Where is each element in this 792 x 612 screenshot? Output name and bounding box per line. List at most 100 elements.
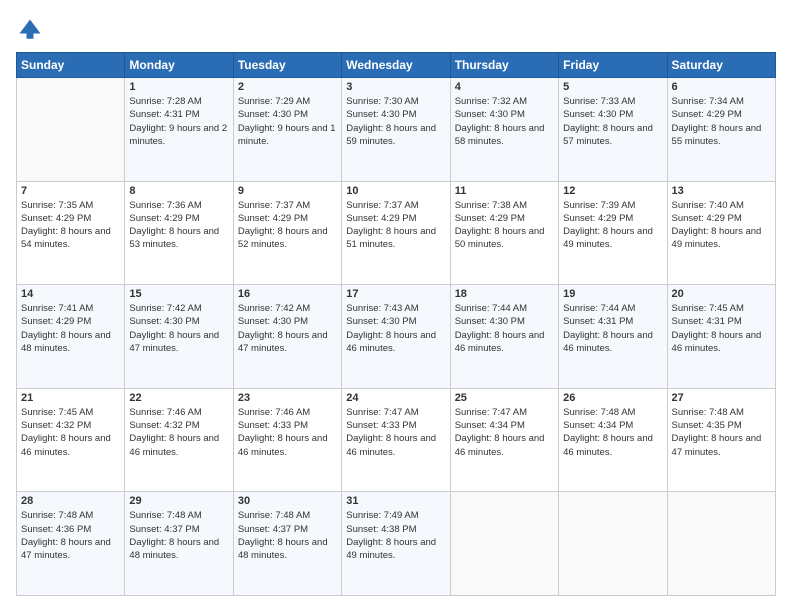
day-info: Sunrise: 7:37 AM Sunset: 4:29 PM Dayligh… [346,199,445,252]
calendar-week-4: 21 Sunrise: 7:45 AM Sunset: 4:32 PM Dayli… [17,388,776,492]
calendar-cell [667,492,775,596]
header [16,16,776,44]
page: SundayMondayTuesdayWednesdayThursdayFrid… [0,0,792,612]
day-number: 30 [238,495,337,507]
day-info: Sunrise: 7:48 AM Sunset: 4:37 PM Dayligh… [129,509,228,562]
calendar-header-wednesday: Wednesday [342,53,450,78]
day-number: 24 [346,392,445,404]
day-number: 4 [455,81,554,93]
calendar-cell: 11 Sunrise: 7:38 AM Sunset: 4:29 PM Dayli… [450,181,558,285]
day-number: 21 [21,392,120,404]
day-number: 26 [563,392,662,404]
day-info: Sunrise: 7:45 AM Sunset: 4:32 PM Dayligh… [21,406,120,459]
day-number: 5 [563,81,662,93]
day-number: 9 [238,185,337,197]
day-info: Sunrise: 7:42 AM Sunset: 4:30 PM Dayligh… [129,302,228,355]
day-number: 23 [238,392,337,404]
calendar-cell: 14 Sunrise: 7:41 AM Sunset: 4:29 PM Dayli… [17,285,125,389]
logo [16,16,48,44]
day-number: 28 [21,495,120,507]
day-info: Sunrise: 7:49 AM Sunset: 4:38 PM Dayligh… [346,509,445,562]
calendar-cell: 10 Sunrise: 7:37 AM Sunset: 4:29 PM Dayli… [342,181,450,285]
day-number: 10 [346,185,445,197]
calendar-cell: 23 Sunrise: 7:46 AM Sunset: 4:33 PM Dayli… [233,388,341,492]
calendar-cell: 31 Sunrise: 7:49 AM Sunset: 4:38 PM Dayli… [342,492,450,596]
day-info: Sunrise: 7:39 AM Sunset: 4:29 PM Dayligh… [563,199,662,252]
calendar-cell: 26 Sunrise: 7:48 AM Sunset: 4:34 PM Dayli… [559,388,667,492]
calendar-cell: 3 Sunrise: 7:30 AM Sunset: 4:30 PM Daylig… [342,78,450,182]
calendar-cell [450,492,558,596]
day-info: Sunrise: 7:33 AM Sunset: 4:30 PM Dayligh… [563,95,662,148]
calendar-cell: 18 Sunrise: 7:44 AM Sunset: 4:30 PM Dayli… [450,285,558,389]
day-number: 13 [672,185,771,197]
calendar-header-saturday: Saturday [667,53,775,78]
day-number: 12 [563,185,662,197]
day-number: 14 [21,288,120,300]
day-info: Sunrise: 7:40 AM Sunset: 4:29 PM Dayligh… [672,199,771,252]
day-number: 7 [21,185,120,197]
day-number: 1 [129,81,228,93]
day-info: Sunrise: 7:44 AM Sunset: 4:30 PM Dayligh… [455,302,554,355]
day-info: Sunrise: 7:48 AM Sunset: 4:35 PM Dayligh… [672,406,771,459]
day-info: Sunrise: 7:32 AM Sunset: 4:30 PM Dayligh… [455,95,554,148]
day-info: Sunrise: 7:48 AM Sunset: 4:34 PM Dayligh… [563,406,662,459]
calendar-cell: 21 Sunrise: 7:45 AM Sunset: 4:32 PM Dayli… [17,388,125,492]
logo-icon [16,16,44,44]
calendar-cell: 7 Sunrise: 7:35 AM Sunset: 4:29 PM Daylig… [17,181,125,285]
day-number: 19 [563,288,662,300]
calendar-cell: 22 Sunrise: 7:46 AM Sunset: 4:32 PM Dayli… [125,388,233,492]
day-info: Sunrise: 7:48 AM Sunset: 4:36 PM Dayligh… [21,509,120,562]
day-info: Sunrise: 7:44 AM Sunset: 4:31 PM Dayligh… [563,302,662,355]
day-info: Sunrise: 7:45 AM Sunset: 4:31 PM Dayligh… [672,302,771,355]
calendar-header-row: SundayMondayTuesdayWednesdayThursdayFrid… [17,53,776,78]
day-info: Sunrise: 7:35 AM Sunset: 4:29 PM Dayligh… [21,199,120,252]
day-info: Sunrise: 7:38 AM Sunset: 4:29 PM Dayligh… [455,199,554,252]
day-number: 25 [455,392,554,404]
calendar-table: SundayMondayTuesdayWednesdayThursdayFrid… [16,52,776,596]
day-info: Sunrise: 7:29 AM Sunset: 4:30 PM Dayligh… [238,95,337,148]
calendar-header-sunday: Sunday [17,53,125,78]
day-info: Sunrise: 7:37 AM Sunset: 4:29 PM Dayligh… [238,199,337,252]
calendar-cell: 30Sunrise: 7:48 AM Sunset: 4:37 PM Dayli… [233,492,341,596]
day-info: Sunrise: 7:30 AM Sunset: 4:30 PM Dayligh… [346,95,445,148]
calendar-week-5: 28 Sunrise: 7:48 AM Sunset: 4:36 PM Dayli… [17,492,776,596]
day-number: 3 [346,81,445,93]
day-number: 20 [672,288,771,300]
calendar-cell: 17Sunrise: 7:43 AM Sunset: 4:30 PM Dayli… [342,285,450,389]
calendar-cell: 19 Sunrise: 7:44 AM Sunset: 4:31 PM Dayli… [559,285,667,389]
calendar-week-1: 1 Sunrise: 7:28 AM Sunset: 4:31 PM Daylig… [17,78,776,182]
day-number: 2 [238,81,337,93]
calendar-cell: 27Sunrise: 7:48 AM Sunset: 4:35 PM Dayli… [667,388,775,492]
calendar-cell: 1 Sunrise: 7:28 AM Sunset: 4:31 PM Daylig… [125,78,233,182]
day-number: 29 [129,495,228,507]
calendar-header-thursday: Thursday [450,53,558,78]
day-info: Sunrise: 7:41 AM Sunset: 4:29 PM Dayligh… [21,302,120,355]
calendar-cell: 24 Sunrise: 7:47 AM Sunset: 4:33 PM Dayli… [342,388,450,492]
calendar-cell: 2 Sunrise: 7:29 AM Sunset: 4:30 PM Daylig… [233,78,341,182]
calendar-cell: 9 Sunrise: 7:37 AM Sunset: 4:29 PM Daylig… [233,181,341,285]
day-info: Sunrise: 7:28 AM Sunset: 4:31 PM Dayligh… [129,95,228,148]
calendar-cell: 5 Sunrise: 7:33 AM Sunset: 4:30 PM Daylig… [559,78,667,182]
calendar-cell [17,78,125,182]
day-number: 31 [346,495,445,507]
calendar-cell: 28 Sunrise: 7:48 AM Sunset: 4:36 PM Dayli… [17,492,125,596]
day-info: Sunrise: 7:46 AM Sunset: 4:32 PM Dayligh… [129,406,228,459]
day-info: Sunrise: 7:46 AM Sunset: 4:33 PM Dayligh… [238,406,337,459]
calendar-cell [559,492,667,596]
day-number: 18 [455,288,554,300]
day-number: 22 [129,392,228,404]
day-info: Sunrise: 7:47 AM Sunset: 4:33 PM Dayligh… [346,406,445,459]
calendar-week-2: 7 Sunrise: 7:35 AM Sunset: 4:29 PM Daylig… [17,181,776,285]
day-number: 11 [455,185,554,197]
calendar-cell: 16Sunrise: 7:42 AM Sunset: 4:30 PM Dayli… [233,285,341,389]
calendar-cell: 13 Sunrise: 7:40 AM Sunset: 4:29 PM Dayli… [667,181,775,285]
day-info: Sunrise: 7:47 AM Sunset: 4:34 PM Dayligh… [455,406,554,459]
day-number: 6 [672,81,771,93]
day-info: Sunrise: 7:34 AM Sunset: 4:29 PM Dayligh… [672,95,771,148]
calendar-cell: 15Sunrise: 7:42 AM Sunset: 4:30 PM Dayli… [125,285,233,389]
day-info: Sunrise: 7:42 AM Sunset: 4:30 PM Dayligh… [238,302,337,355]
calendar-cell: 29 Sunrise: 7:48 AM Sunset: 4:37 PM Dayli… [125,492,233,596]
calendar-cell: 8Sunrise: 7:36 AM Sunset: 4:29 PM Daylig… [125,181,233,285]
day-number: 17 [346,288,445,300]
day-info: Sunrise: 7:36 AM Sunset: 4:29 PM Dayligh… [129,199,228,252]
